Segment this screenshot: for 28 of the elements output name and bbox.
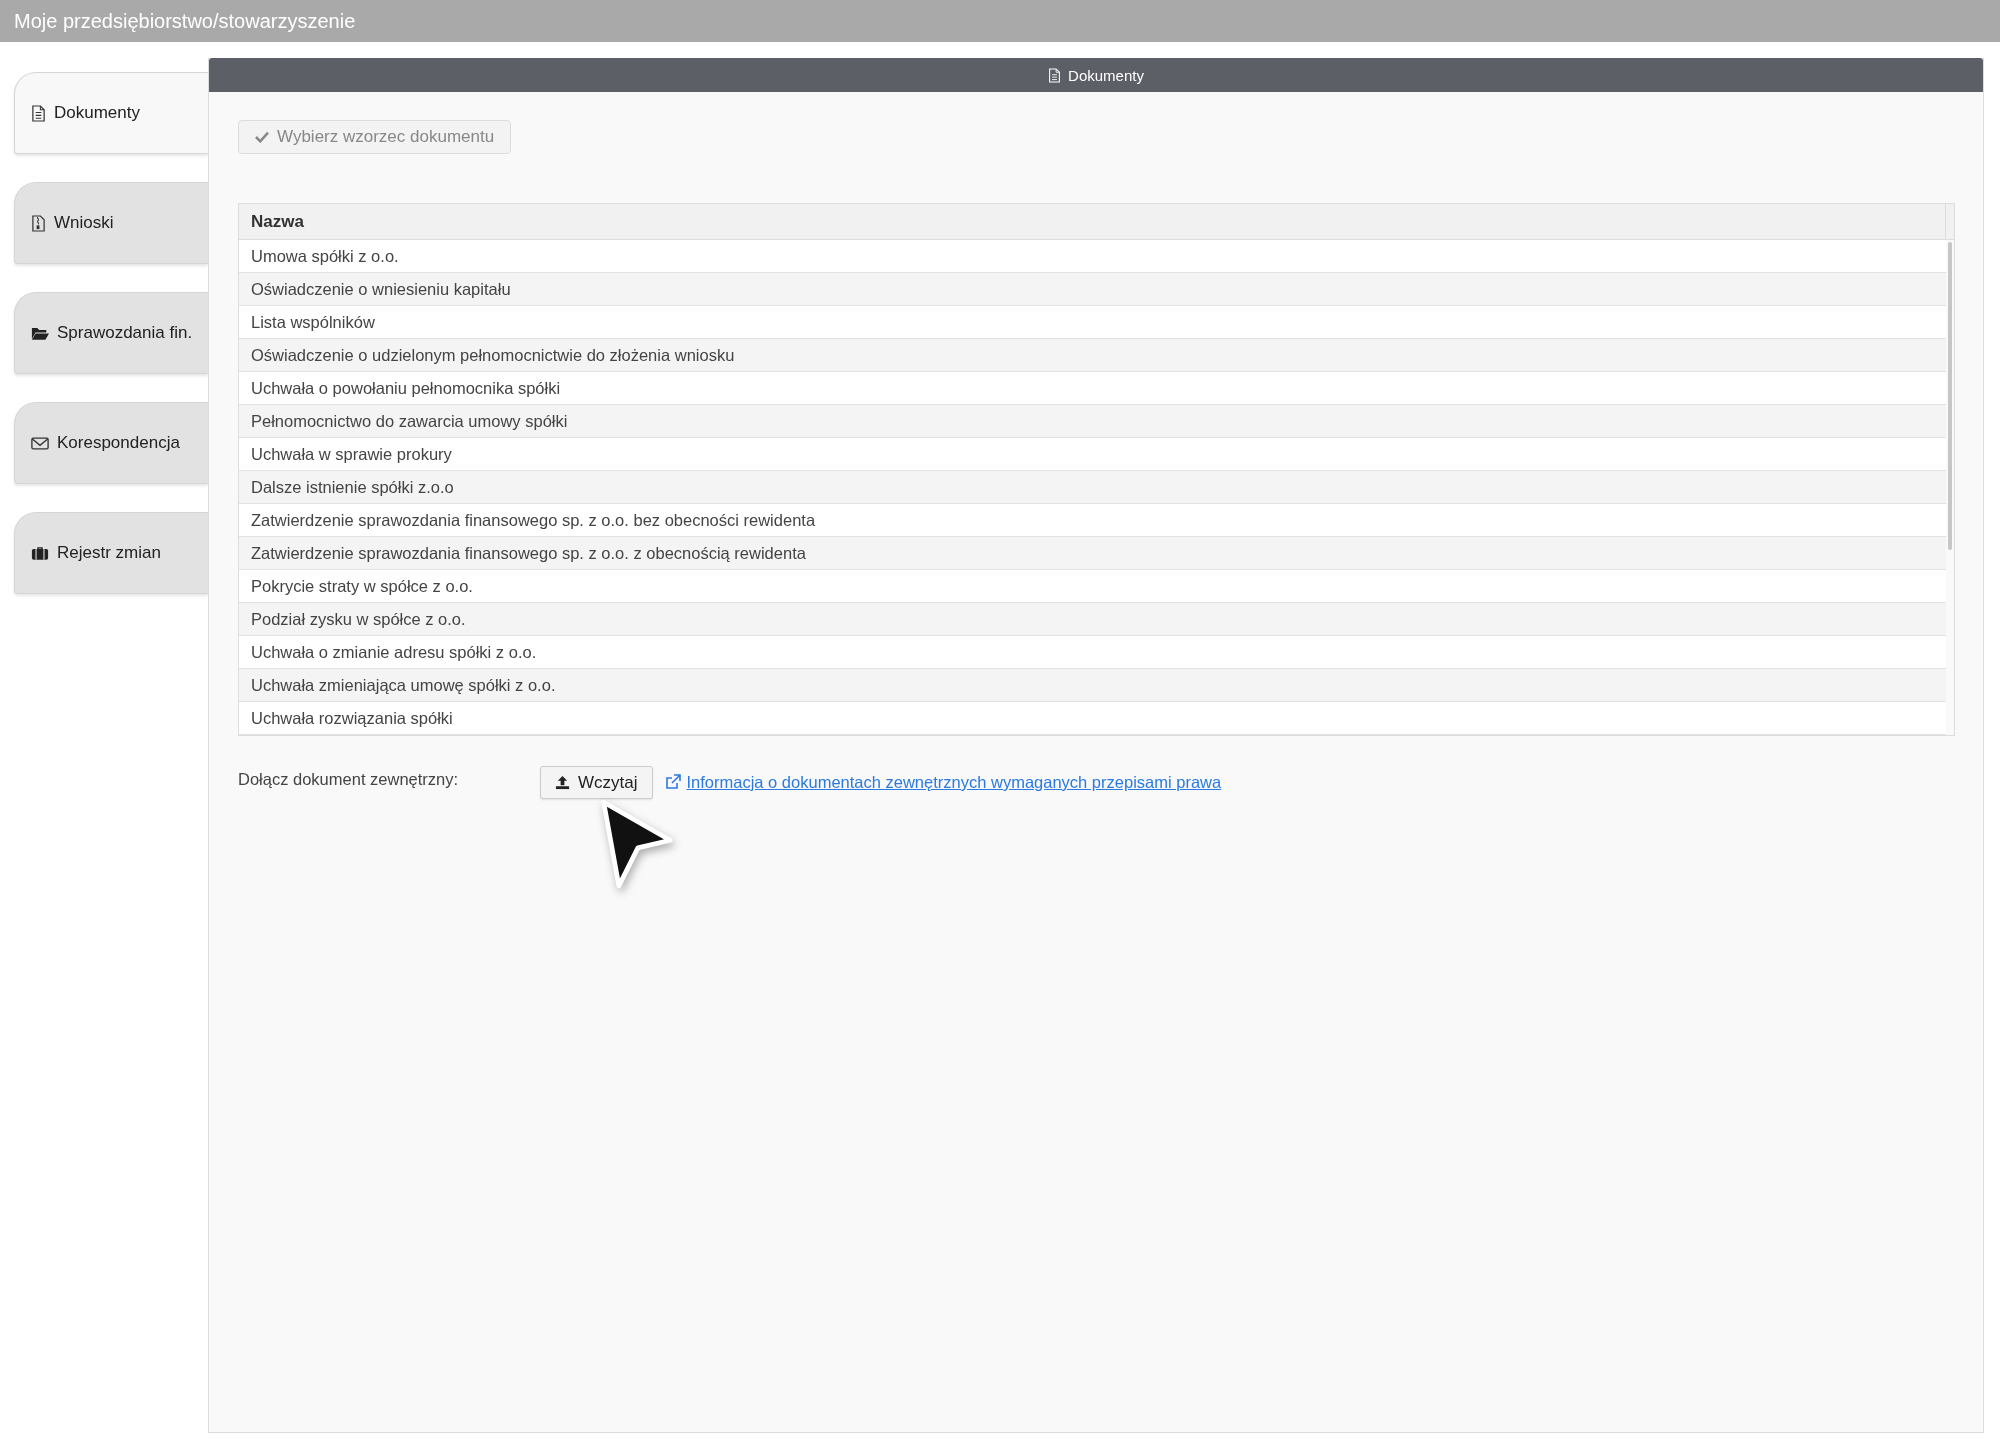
- document-row[interactable]: Pełnomocnictwo do zawarcia umowy spółki: [239, 405, 1946, 438]
- envelope-icon: [31, 435, 49, 451]
- document-row[interactable]: Oświadczenie o wniesieniu kapitału: [239, 273, 1946, 306]
- upload-button[interactable]: Wczytaj: [540, 766, 653, 799]
- briefcase-icon: [31, 545, 49, 561]
- sidebar-tab[interactable]: Sprawozdania fin.: [14, 292, 208, 374]
- zip-file-icon: [31, 214, 46, 232]
- attach-label: Dołącz dokument zewnętrzny:: [238, 769, 460, 789]
- document-row[interactable]: Uchwała zmieniająca umowę spółki z o.o.: [239, 669, 1946, 702]
- document-icon: [31, 104, 46, 122]
- document-row[interactable]: Dalsze istnienie spółki z.o.o: [239, 471, 1946, 504]
- document-row[interactable]: Podział zysku w spółce z o.o.: [239, 603, 1946, 636]
- sidebar-tab[interactable]: Rejestr zmian: [14, 512, 208, 594]
- sidebar-tab[interactable]: Dokumenty: [14, 72, 208, 154]
- info-link[interactable]: Informacja o dokumentach zewnętrznych wymaganych przepisami prawa: [686, 766, 1222, 792]
- sidebar-tab[interactable]: Wnioski: [14, 182, 208, 264]
- upload-icon: [555, 775, 570, 790]
- document-icon: [1048, 67, 1062, 83]
- document-row[interactable]: Oświadczenie o udzielonym pełnomocnictwie do złożenia wniosku: [239, 339, 1946, 372]
- panel-title: Dokumenty: [1068, 66, 1144, 84]
- scrollbar-thumb[interactable]: [1948, 242, 1952, 550]
- document-row[interactable]: Zatwierdzenie sprawozdania finansowego sp. z o.o. z obecnością rewidenta: [239, 537, 1946, 570]
- window-title: Moje przedsiębiorstwo/stowarzyszenie: [14, 9, 356, 33]
- folder-icon: [31, 325, 49, 341]
- column-header: Nazwa: [250, 210, 305, 233]
- check-icon: [255, 131, 269, 143]
- sidebar-tab[interactable]: Korespondencja: [14, 402, 208, 484]
- external-link-icon: [664, 774, 681, 790]
